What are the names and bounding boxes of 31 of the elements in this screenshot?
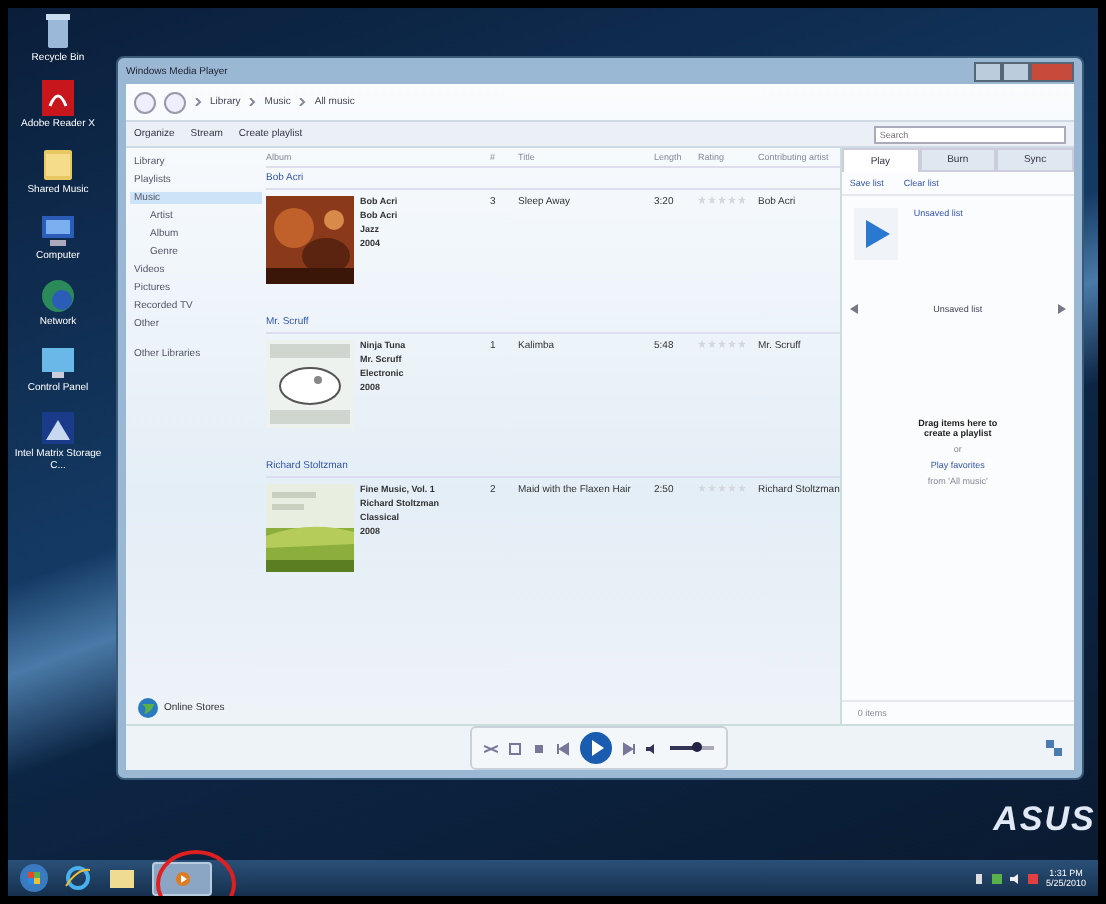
globe-icon[interactable] <box>138 698 158 718</box>
volume-icon[interactable] <box>1009 873 1020 883</box>
play-icon <box>175 871 189 885</box>
stop-icon[interactable] <box>532 741 547 755</box>
computer-icon[interactable] <box>38 210 78 250</box>
folder-icon[interactable] <box>38 144 78 184</box>
maximize-button[interactable] <box>1001 61 1030 81</box>
wallpaper-logo: ASUS <box>993 800 1096 840</box>
now-playing-icon[interactable] <box>1045 740 1062 756</box>
previous-icon[interactable] <box>556 741 571 755</box>
chevron-icon <box>194 98 202 106</box>
next-arrow-icon[interactable] <box>1055 304 1066 314</box>
browser-icon[interactable] <box>64 864 92 892</box>
repeat-icon[interactable] <box>508 741 523 755</box>
shuffle-icon[interactable] <box>484 741 499 755</box>
globe-icon[interactable] <box>38 276 78 316</box>
forward-button[interactable] <box>164 91 186 113</box>
document-icon[interactable] <box>38 78 78 118</box>
minimize-button[interactable] <box>973 61 1002 81</box>
play-icon <box>853 208 898 260</box>
monitor-icon[interactable] <box>38 342 78 382</box>
close-button[interactable] <box>1029 61 1074 81</box>
start-button[interactable] <box>20 864 48 892</box>
folder-icon[interactable] <box>108 864 136 892</box>
chevron-icon <box>248 98 257 106</box>
media-player-taskbar-button[interactable] <box>152 861 212 895</box>
previous-arrow-icon[interactable] <box>849 304 860 314</box>
play-button[interactable] <box>580 732 613 764</box>
next-icon[interactable] <box>622 741 637 755</box>
chevron-icon <box>298 98 307 106</box>
back-button[interactable] <box>134 91 156 113</box>
